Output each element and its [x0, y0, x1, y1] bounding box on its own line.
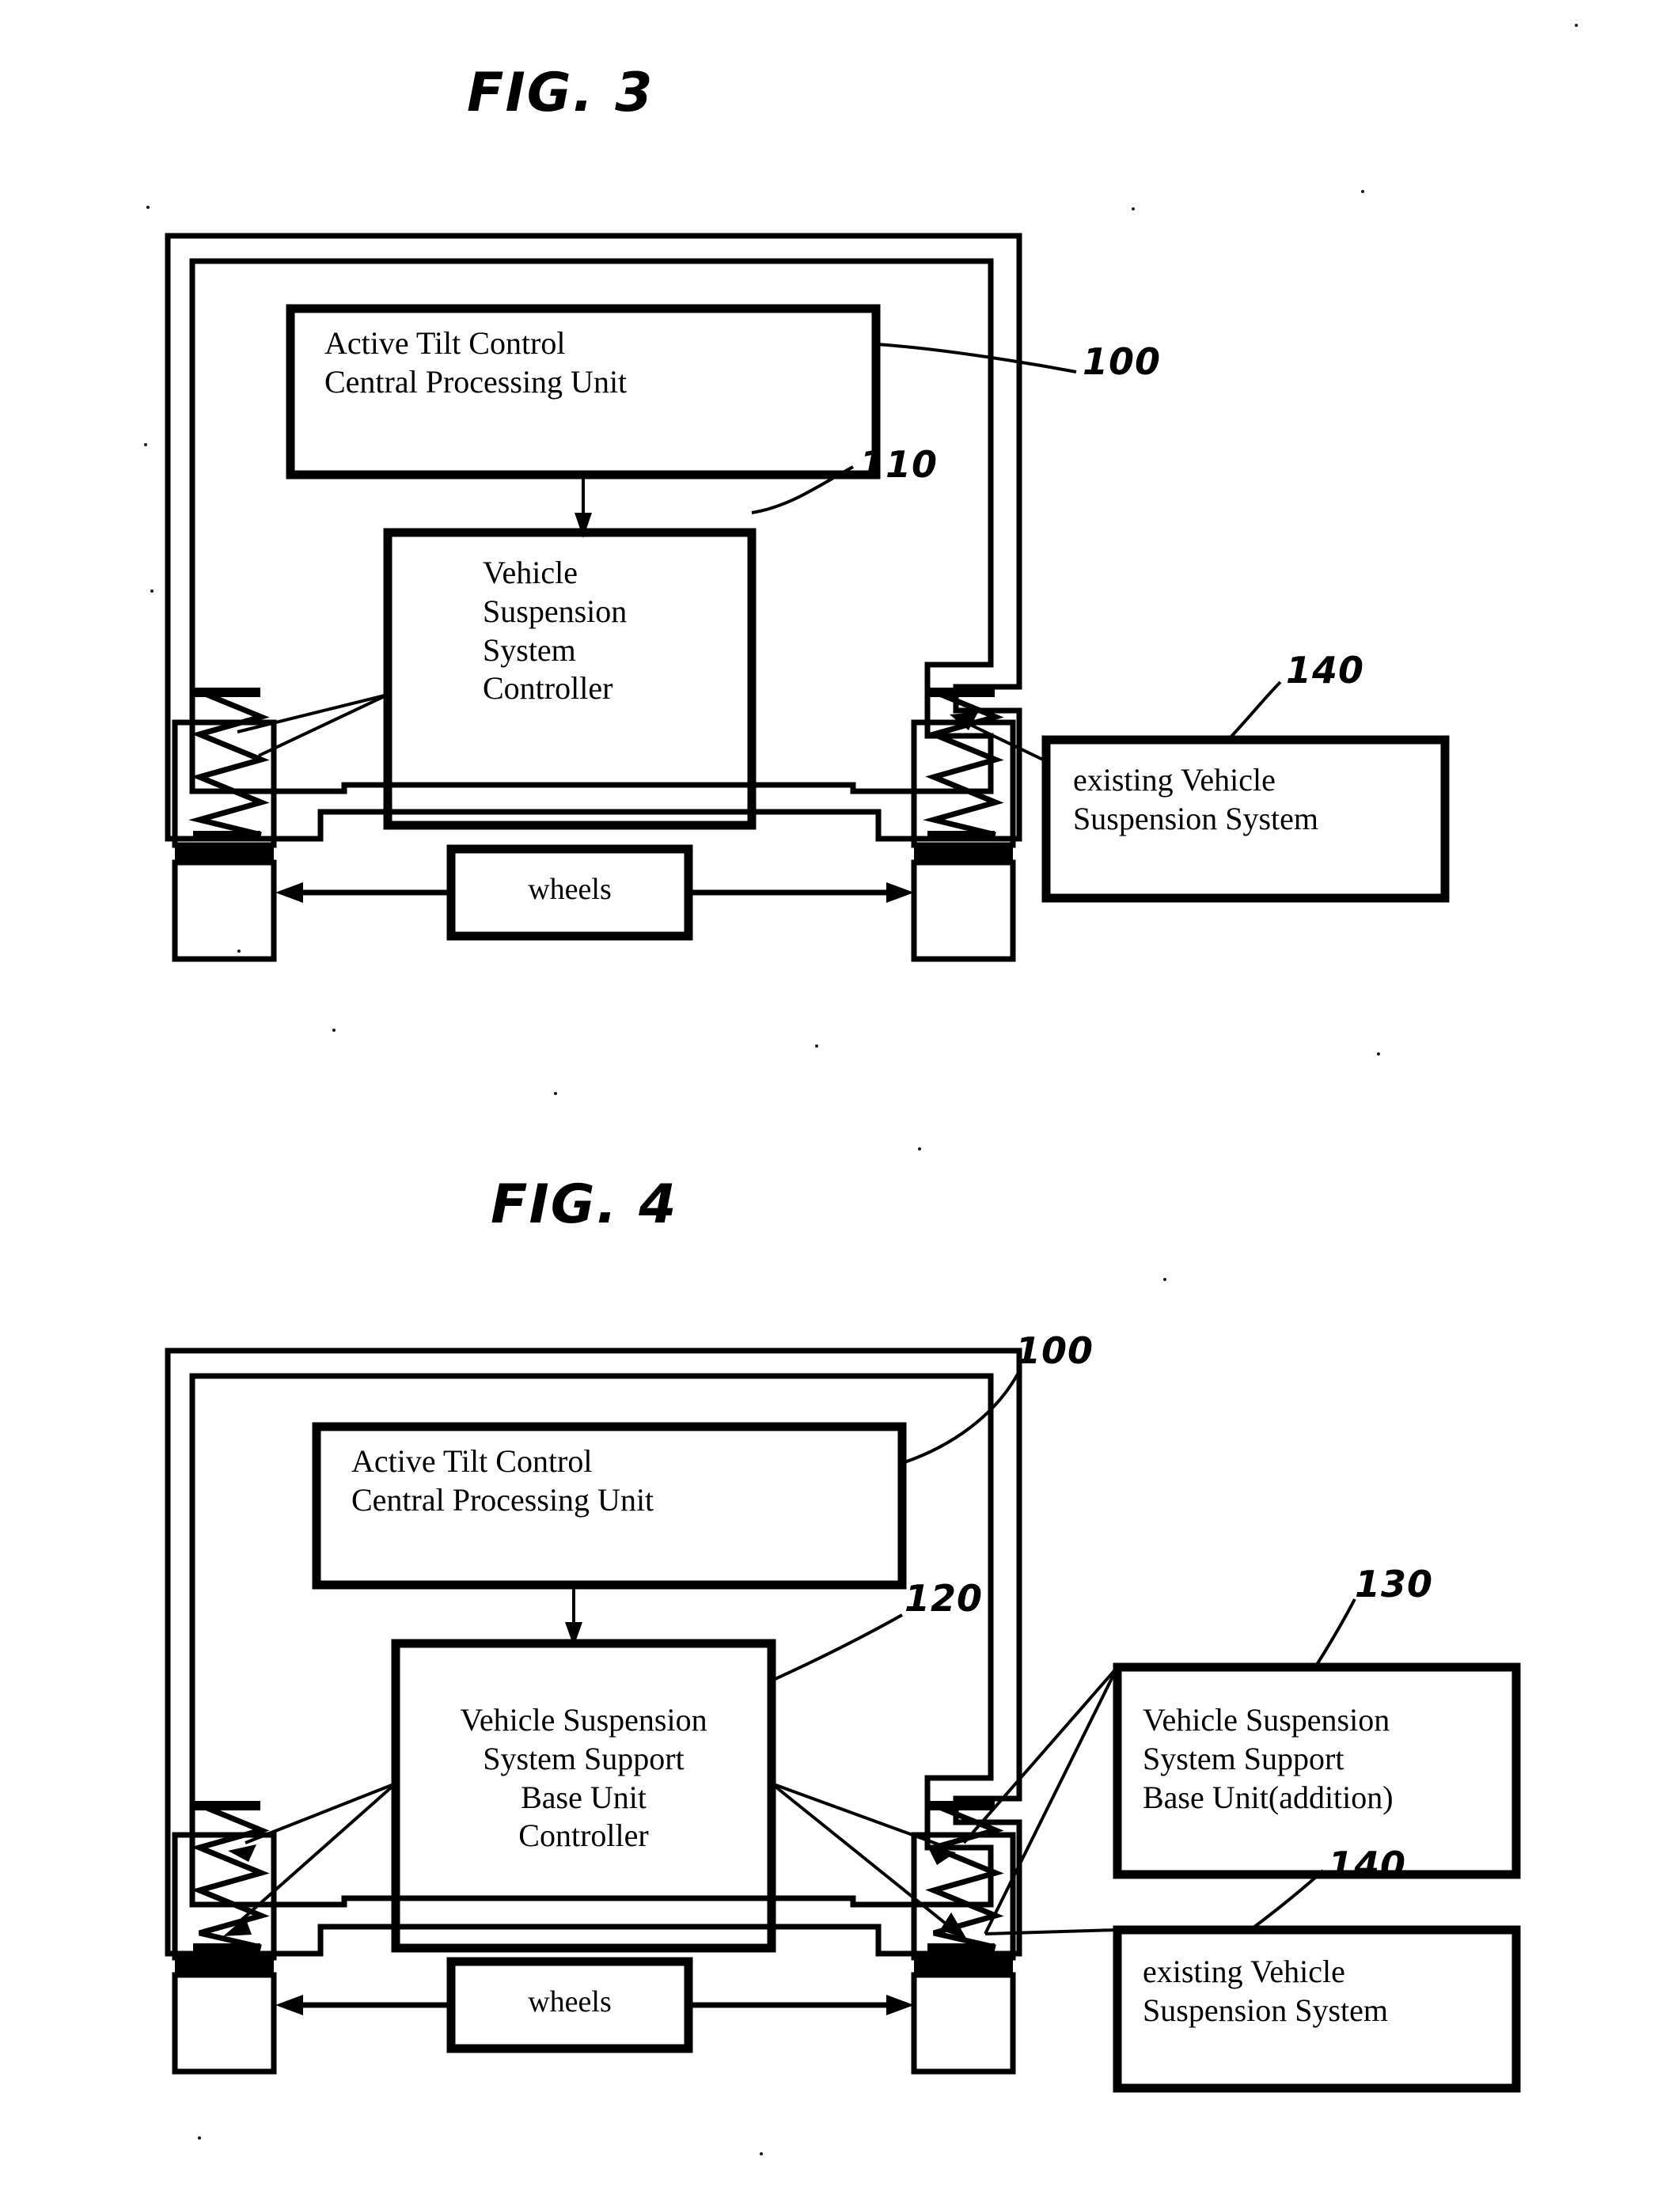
fig3-chassis-outline: [165, 233, 1022, 842]
fig4-cpu-box: [312, 1422, 907, 1590]
fig3-controller-box: [383, 528, 757, 830]
fig4-base-unit-controller-box: [391, 1639, 776, 1953]
scan-speck: [1132, 207, 1135, 210]
fig3-reference-100: 100: [1083, 340, 1162, 383]
scan-speck: [760, 2152, 763, 2155]
fig4-reference-140: 140: [1328, 1844, 1407, 1886]
fig4-chassis-outline: [165, 1348, 1022, 1957]
fig4-reference-130: 130: [1355, 1563, 1434, 1605]
fig3-existing-suspension-box: [950, 712, 1450, 903]
fig4-reference-120: 120: [904, 1577, 984, 1620]
fig4-leader-100: [901, 1367, 1022, 1465]
fig4-cpu-to-controller-arrow: [565, 1585, 582, 1647]
fig3-reference-140: 140: [1286, 649, 1365, 692]
figure-4-drawing: [165, 1348, 1521, 2093]
fig4-leader-120: [771, 1613, 903, 1682]
fig3-leader-100: [875, 343, 1077, 373]
fig4-leader-130: [1314, 1598, 1356, 1669]
fig4-reference-100: 100: [1015, 1329, 1094, 1372]
scan-speck: [144, 443, 147, 446]
fig3-reference-110: 110: [859, 443, 939, 486]
fig3-wheels-box: [275, 844, 914, 941]
scan-speck: [1377, 1052, 1380, 1056]
fig4-addition-box: [962, 1662, 1521, 1935]
fig3-cpu-box: [286, 304, 881, 480]
scan-speck: [918, 1147, 921, 1150]
fig3-left-suspension: [172, 688, 389, 962]
fig3-leader-140: [1227, 680, 1282, 741]
fig4-leader-140: [1249, 1869, 1325, 1931]
scan-speck: [198, 2136, 201, 2140]
scan-speck: [815, 1044, 818, 1048]
scan-speck: [554, 1092, 557, 1095]
scan-speck: [1163, 1278, 1166, 1281]
scan-speck: [237, 950, 241, 953]
scan-speck: [146, 206, 150, 209]
fig4-wheels-box: [275, 1957, 914, 2053]
scan-speck: [1361, 190, 1364, 193]
scan-speck: [150, 589, 154, 593]
scan-speck: [1575, 24, 1578, 27]
scan-speck: [332, 1029, 336, 1032]
figure-4-title: FIG. 4: [491, 1173, 678, 1236]
fig4-existing-suspension-box: [984, 1925, 1521, 2093]
patent-drawing-sheet: FIG. 3 Active Tilt Control Central Proce…: [0, 0, 1680, 2191]
figure-3-drawing: [165, 233, 1450, 962]
